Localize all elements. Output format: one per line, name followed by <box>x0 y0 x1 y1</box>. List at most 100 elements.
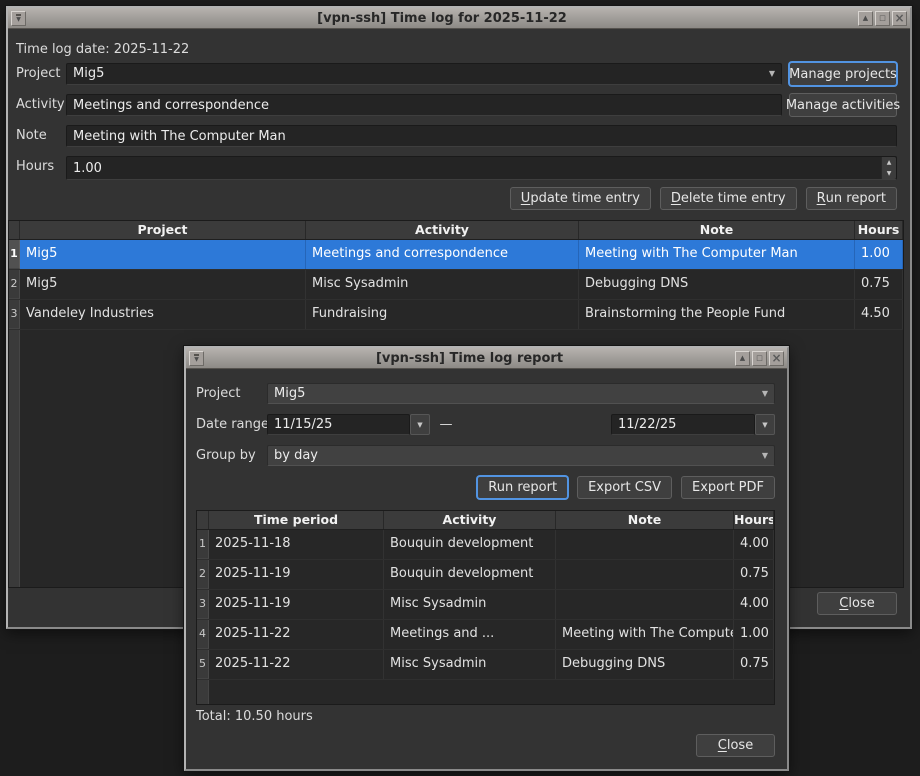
report-close-window-button[interactable]: × <box>769 351 784 366</box>
cell-activity[interactable]: Misc Sysadmin <box>306 270 579 299</box>
row-number-cell[interactable]: 3 <box>197 590 209 619</box>
cell-note[interactable] <box>556 590 734 619</box>
date-range-end-input[interactable] <box>611 414 755 435</box>
cell-period[interactable]: 2025-11-18 <box>209 530 384 559</box>
cell-activity[interactable]: Bouquin development <box>384 530 556 559</box>
cell-note[interactable]: Meeting with The Computer Man <box>579 240 855 269</box>
report-window-menu-button[interactable]: ▼ <box>189 351 204 366</box>
shade-window-button[interactable]: ▲ <box>858 11 873 26</box>
window-menu-button[interactable]: ▼ <box>11 11 26 26</box>
report-window-title: [vpn-ssh] Time log report <box>206 351 733 366</box>
hours-label: Hours <box>16 156 54 178</box>
report-run-report-button[interactable]: Run report <box>477 476 568 499</box>
cell-project[interactable]: Mig5 <box>20 270 306 299</box>
table-row[interactable]: 2Mig5Misc SysadminDebugging DNS0.75 <box>9 270 903 300</box>
close-window-button[interactable]: × <box>892 11 907 26</box>
table-row[interactable]: 22025-11-19Bouquin development 0.75 <box>197 560 774 590</box>
hours-input[interactable] <box>66 156 897 180</box>
cell-activity[interactable]: Misc Sysadmin <box>384 650 556 679</box>
project-combobox[interactable]: Mig5 ▼ <box>66 63 782 85</box>
group-by-combobox[interactable]: by day ▼ <box>267 445 775 466</box>
delete-time-entry-button[interactable]: Delete time entry <box>660 187 797 210</box>
column-header-note[interactable]: Note <box>556 511 734 529</box>
cell-hours[interactable]: 1.00 <box>734 620 774 649</box>
row-number-cell[interactable]: 3 <box>9 300 20 329</box>
column-header-project[interactable]: Project <box>20 221 306 239</box>
report-titlebar[interactable]: ▼ [vpn-ssh] Time log report ▲ □ × <box>186 348 787 369</box>
manage-projects-button[interactable]: Manage projects <box>789 62 897 86</box>
cell-activity[interactable]: Bouquin development <box>384 560 556 589</box>
row-number-cell[interactable]: 2 <box>9 270 20 299</box>
table-row[interactable]: 12025-11-18Bouquin development 4.00 <box>197 530 774 560</box>
cell-note[interactable]: Meeting with The Computer... <box>556 620 734 649</box>
row-number-cell[interactable]: 1 <box>9 240 20 269</box>
column-header-activity[interactable]: Activity <box>384 511 556 529</box>
date-range-start-dropdown-button[interactable]: ▼ <box>410 414 430 435</box>
date-range-end-dropdown-button[interactable]: ▼ <box>755 414 775 435</box>
manage-activities-button[interactable]: Manage activities <box>789 93 897 117</box>
shade-icon: ▲ <box>740 355 745 362</box>
cell-hours[interactable]: 0.75 <box>855 270 903 299</box>
column-header-time-period[interactable]: Time period <box>209 511 384 529</box>
note-input[interactable] <box>66 125 897 147</box>
report-close-button[interactable]: Close <box>696 734 775 757</box>
date-range-start-input[interactable] <box>267 414 410 435</box>
cell-note[interactable]: Debugging DNS <box>556 650 734 679</box>
update-time-entry-button[interactable]: Update time entry <box>510 187 651 210</box>
cell-activity[interactable]: Meetings and ... <box>384 620 556 649</box>
spin-up-button[interactable]: ▲ <box>882 157 896 168</box>
row-number-cell[interactable]: 4 <box>197 620 209 649</box>
export-csv-button[interactable]: Export CSV <box>577 476 672 499</box>
cell-hours[interactable]: 4.00 <box>734 530 774 559</box>
cell-period[interactable]: 2025-11-22 <box>209 620 384 649</box>
hours-spinbox[interactable]: ▲ ▼ <box>66 156 897 180</box>
chevron-down-icon: ▼ <box>762 421 767 429</box>
table-row[interactable]: 42025-11-22Meetings and ...Meeting with … <box>197 620 774 650</box>
cell-project[interactable]: Vandeley Industries <box>20 300 306 329</box>
activity-input[interactable] <box>66 94 782 116</box>
report-shade-window-button[interactable]: ▲ <box>735 351 750 366</box>
spin-down-icon: ▼ <box>887 171 892 177</box>
report-project-combobox[interactable]: Mig5 ▼ <box>267 383 775 404</box>
cell-note[interactable] <box>556 560 734 589</box>
row-number-cell[interactable]: 2 <box>197 560 209 589</box>
cell-hours[interactable]: 4.00 <box>734 590 774 619</box>
table-row[interactable]: 52025-11-22Misc SysadminDebugging DNS0.7… <box>197 650 774 680</box>
column-header-hours[interactable]: Hours <box>855 221 903 239</box>
table-row[interactable]: 32025-11-19Misc Sysadmin 4.00 <box>197 590 774 620</box>
column-header-hours[interactable]: Hours <box>734 511 774 529</box>
cell-activity[interactable]: Misc Sysadmin <box>384 590 556 619</box>
column-header-note[interactable]: Note <box>579 221 855 239</box>
maximize-icon: □ <box>756 355 763 362</box>
run-report-button[interactable]: Run report <box>806 187 897 210</box>
column-header-activity[interactable]: Activity <box>306 221 579 239</box>
maximize-window-button[interactable]: □ <box>875 11 890 26</box>
cell-period[interactable]: 2025-11-19 <box>209 590 384 619</box>
corner-header-cell <box>197 511 209 529</box>
cell-note[interactable] <box>556 530 734 559</box>
row-number-cell[interactable]: 5 <box>197 650 209 679</box>
table-row[interactable]: 1Mig5Meetings and correspondenceMeeting … <box>9 240 903 270</box>
cell-hours[interactable]: 0.75 <box>734 560 774 589</box>
cell-hours[interactable]: 4.50 <box>855 300 903 329</box>
cell-note[interactable]: Debugging DNS <box>579 270 855 299</box>
row-number-cell[interactable]: 1 <box>197 530 209 559</box>
table-row[interactable]: 3Vandeley IndustriesFundraisingBrainstor… <box>9 300 903 330</box>
chevron-down-icon: ▼ <box>417 421 422 429</box>
spin-down-button[interactable]: ▼ <box>882 168 896 179</box>
cell-hours[interactable]: 0.75 <box>734 650 774 679</box>
cell-activity[interactable]: Meetings and correspondence <box>306 240 579 269</box>
report-table-header: Time period Activity Note Hours <box>197 511 774 530</box>
cell-note[interactable]: Brainstorming the People Fund <box>579 300 855 329</box>
cell-hours[interactable]: 1.00 <box>855 240 903 269</box>
window-menu-icon: ▼ <box>194 354 199 363</box>
cell-period[interactable]: 2025-11-19 <box>209 560 384 589</box>
cell-project[interactable]: Mig5 <box>20 240 306 269</box>
report-maximize-window-button[interactable]: □ <box>752 351 767 366</box>
cell-period[interactable]: 2025-11-22 <box>209 650 384 679</box>
export-pdf-button[interactable]: Export PDF <box>681 476 775 499</box>
main-close-button[interactable]: Close <box>817 592 897 615</box>
chevron-down-icon: ▼ <box>769 70 775 78</box>
cell-activity[interactable]: Fundraising <box>306 300 579 329</box>
main-titlebar[interactable]: ▼ [vpn-ssh] Time log for 2025-11-22 ▲ □ … <box>8 8 910 29</box>
